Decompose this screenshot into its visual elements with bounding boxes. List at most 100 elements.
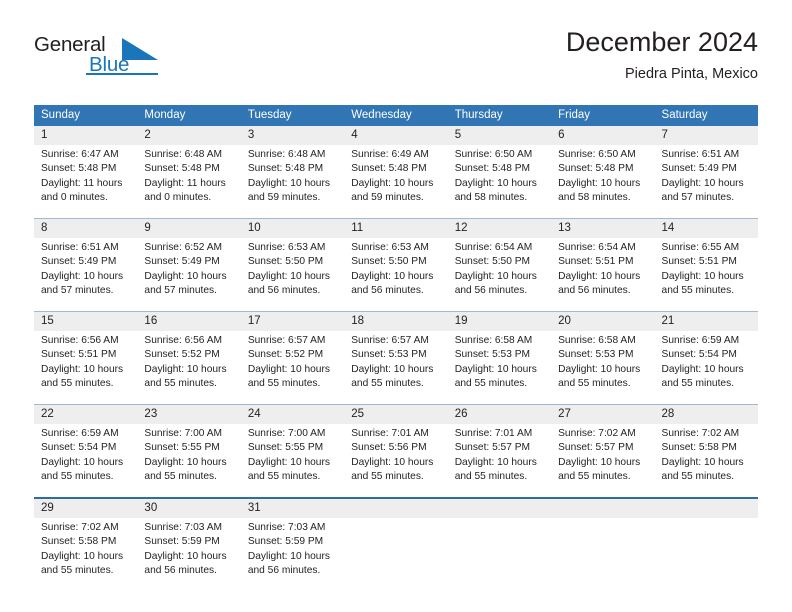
day-number[interactable]: 24 [240,404,345,424]
day-number[interactable]: 13 [551,218,655,238]
sunrise-text: Sunrise: 6:56 AM [41,335,119,346]
sunset-text: Sunset: 5:48 PM [454,163,531,175]
day-cell[interactable]: Sunrise: 6:52 AM Sunset: 5:49 PM Dayligh… [137,238,241,312]
day-number[interactable]: 12 [447,218,552,238]
day-cell-empty [344,518,448,591]
day-number[interactable]: 18 [344,311,448,331]
weekday-header-tuesday: Tuesday [240,105,345,126]
daylight-text-2: and 55 minutes. [247,378,321,390]
day-number[interactable]: 26 [447,404,552,424]
day-number[interactable]: 30 [137,497,241,518]
sunrise-text: Sunrise: 6:52 AM [144,242,223,253]
day-cell[interactable]: Sunrise: 7:01 AM Sunset: 5:57 PM Dayligh… [447,424,552,498]
day-cell[interactable]: Sunrise: 6:57 AM Sunset: 5:53 PM Dayligh… [344,331,448,405]
day-number[interactable]: 8 [34,218,138,238]
sunset-text: Sunset: 5:50 PM [351,256,427,268]
day-number[interactable]: 6 [551,126,655,145]
day-cell[interactable]: Sunrise: 6:48 AM Sunset: 5:48 PM Dayligh… [137,145,241,219]
daylight-text-1: Daylight: 10 hours [247,177,330,189]
sunset-text: Sunset: 5:58 PM [661,442,737,454]
day-cell[interactable]: Sunrise: 6:56 AM Sunset: 5:52 PM Dayligh… [137,331,241,405]
day-number[interactable]: 28 [654,404,758,424]
day-number[interactable]: 15 [34,311,138,331]
day-cell[interactable]: Sunrise: 6:53 AM Sunset: 5:50 PM Dayligh… [240,238,345,312]
day-cell[interactable]: Sunrise: 7:03 AM Sunset: 5:59 PM Dayligh… [137,518,241,591]
sunrise-text: Sunrise: 6:51 AM [661,149,740,160]
page-subtitle-location: Piedra Pinta, Mexico [625,66,758,83]
day-number[interactable]: 25 [344,404,448,424]
day-cell[interactable]: Sunrise: 6:57 AM Sunset: 5:52 PM Dayligh… [240,331,345,405]
day-number[interactable]: 14 [654,218,758,238]
day-number[interactable]: 23 [137,404,241,424]
daylight-text-2: and 57 minutes. [661,192,735,204]
sunset-text: Sunset: 5:52 PM [247,349,324,361]
daylight-text-1: Daylight: 10 hours [351,456,434,468]
day-cell[interactable]: Sunrise: 6:50 AM Sunset: 5:48 PM Dayligh… [551,145,655,219]
day-number[interactable]: 19 [447,311,552,331]
day-number[interactable]: 29 [34,497,138,518]
day-number[interactable]: 4 [344,126,448,145]
day-cell[interactable]: Sunrise: 6:50 AM Sunset: 5:48 PM Dayligh… [447,145,552,219]
daylight-text-2: and 59 minutes. [247,192,321,204]
day-cell[interactable]: Sunrise: 7:02 AM Sunset: 5:57 PM Dayligh… [551,424,655,498]
day-cell[interactable]: Sunrise: 7:01 AM Sunset: 5:56 PM Dayligh… [344,424,448,498]
daylight-text-1: Daylight: 10 hours [144,363,227,375]
week-row-daynumbers: 8 9 10 11 12 13 14 [34,218,758,238]
day-cell[interactable]: Sunrise: 7:03 AM Sunset: 5:59 PM Dayligh… [240,518,345,591]
day-cell[interactable]: Sunrise: 6:48 AM Sunset: 5:48 PM Dayligh… [240,145,345,219]
sunset-text: Sunset: 5:54 PM [41,442,117,454]
day-cell[interactable]: Sunrise: 7:00 AM Sunset: 5:55 PM Dayligh… [137,424,241,498]
day-number[interactable]: 22 [34,404,138,424]
day-cell[interactable]: Sunrise: 6:49 AM Sunset: 5:48 PM Dayligh… [344,145,448,219]
daylight-text-2: and 55 minutes. [454,471,528,483]
day-cell[interactable]: Sunrise: 6:51 AM Sunset: 5:49 PM Dayligh… [654,145,758,219]
daylight-text-2: and 55 minutes. [144,378,217,390]
daylight-text-1: Daylight: 10 hours [558,177,641,189]
day-cell[interactable]: Sunrise: 7:02 AM Sunset: 5:58 PM Dayligh… [654,424,758,498]
day-cell[interactable]: Sunrise: 6:47 AM Sunset: 5:48 PM Dayligh… [34,145,138,219]
day-cell[interactable]: Sunrise: 6:54 AM Sunset: 5:51 PM Dayligh… [551,238,655,312]
day-number[interactable]: 20 [551,311,655,331]
day-number[interactable]: 21 [654,311,758,331]
day-number[interactable]: 16 [137,311,241,331]
day-cell[interactable]: Sunrise: 6:51 AM Sunset: 5:49 PM Dayligh… [34,238,138,312]
day-cell[interactable]: Sunrise: 6:59 AM Sunset: 5:54 PM Dayligh… [654,331,758,405]
day-number[interactable]: 2 [137,126,241,145]
day-number[interactable]: 31 [240,497,345,518]
day-cell[interactable]: Sunrise: 6:55 AM Sunset: 5:51 PM Dayligh… [654,238,758,312]
day-number[interactable]: 7 [654,126,758,145]
calendar-body: 1 2 3 4 5 6 7 Sunrise: 6:47 AM Sunset: 5… [34,126,758,591]
day-number[interactable]: 11 [344,218,448,238]
day-number[interactable]: 1 [34,126,138,145]
day-number[interactable]: 17 [240,311,345,331]
sunset-text: Sunset: 5:59 PM [247,536,324,548]
daylight-text-2: and 57 minutes. [144,285,217,297]
day-cell[interactable]: Sunrise: 6:58 AM Sunset: 5:53 PM Dayligh… [551,331,655,405]
day-number[interactable]: 3 [240,126,345,145]
day-number[interactable]: 10 [240,218,345,238]
daylight-text-2: and 58 minutes. [454,192,528,204]
day-cell[interactable]: Sunrise: 6:59 AM Sunset: 5:54 PM Dayligh… [34,424,138,498]
logo-text-blue: Blue [89,53,130,76]
daylight-text-1: Daylight: 10 hours [454,270,537,282]
general-blue-logo[interactable]: General Blue [34,33,164,85]
sunset-text: Sunset: 5:57 PM [454,442,531,454]
daylight-text-2: and 55 minutes. [351,378,424,390]
day-number[interactable]: 5 [447,126,552,145]
day-cell[interactable]: Sunrise: 6:58 AM Sunset: 5:53 PM Dayligh… [447,331,552,405]
day-number[interactable]: 27 [551,404,655,424]
daylight-text-2: and 55 minutes. [41,565,114,577]
weekday-header-thursday: Thursday [447,105,552,126]
daylight-text-2: and 55 minutes. [558,471,631,483]
day-number[interactable]: 9 [137,218,241,238]
day-cell[interactable]: Sunrise: 6:54 AM Sunset: 5:50 PM Dayligh… [447,238,552,312]
daylight-text-2: and 56 minutes. [351,285,424,297]
day-cell[interactable]: Sunrise: 6:53 AM Sunset: 5:50 PM Dayligh… [344,238,448,312]
day-cell[interactable]: Sunrise: 7:02 AM Sunset: 5:58 PM Dayligh… [34,518,138,591]
daylight-text-2: and 55 minutes. [247,471,321,483]
day-cell[interactable]: Sunrise: 7:00 AM Sunset: 5:55 PM Dayligh… [240,424,345,498]
sunrise-text: Sunrise: 6:51 AM [41,242,119,253]
daylight-text-1: Daylight: 10 hours [661,177,744,189]
daylight-text-2: and 55 minutes. [661,285,735,297]
day-cell[interactable]: Sunrise: 6:56 AM Sunset: 5:51 PM Dayligh… [34,331,138,405]
